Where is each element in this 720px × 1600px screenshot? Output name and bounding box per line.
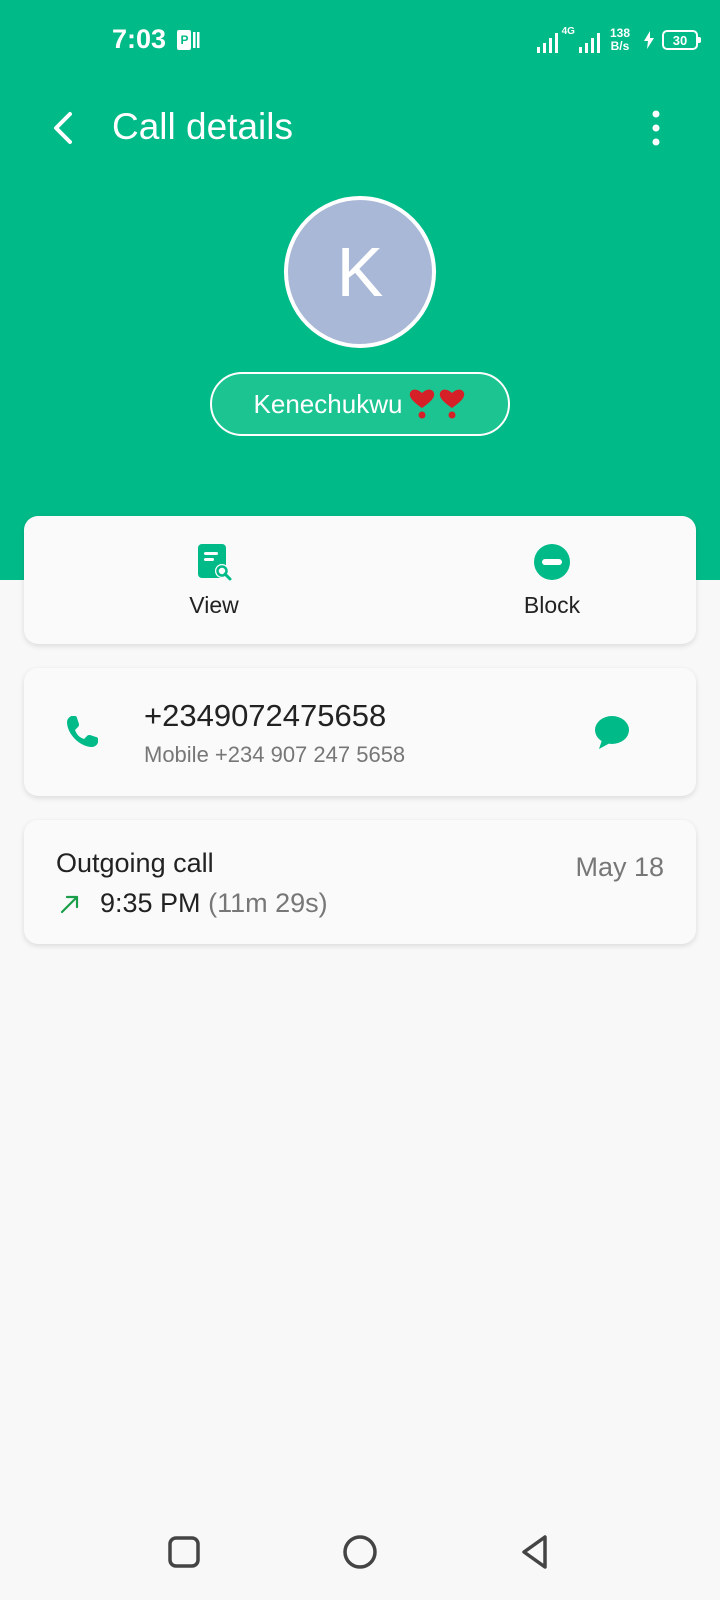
phone-number-card[interactable]: +2349072475658 Mobile +234 907 247 5658 (24, 668, 696, 796)
heart-exclamation-icon (410, 389, 435, 419)
block-button[interactable]: Block (452, 516, 652, 644)
block-icon (534, 544, 570, 580)
back-triangle-icon[interactable] (512, 1528, 560, 1576)
net-speed-unit: B/s (610, 39, 630, 53)
avatar-initial: K (336, 233, 384, 311)
actions-card: View Block (24, 516, 696, 644)
outgoing-arrow-icon (60, 895, 79, 914)
heart-emojis (408, 388, 466, 420)
call-time: 9:35 PM (100, 888, 201, 918)
call-time-row: 9:35 PM (11m 29s) (100, 888, 328, 919)
call-date: May 18 (575, 852, 664, 882)
recents-square-icon[interactable] (160, 1528, 208, 1576)
contact-name: Kenechukwu (253, 388, 403, 419)
network-type-label: 4G (561, 26, 575, 37)
heart-exclamation-icon (440, 389, 465, 419)
signal-strength-icon-2 (578, 27, 600, 53)
signal-strength-icon (536, 27, 558, 53)
message-icon[interactable] (592, 712, 632, 752)
status-indicators: 4G 138 B/s 30 (536, 24, 701, 56)
view-contact-icon (198, 544, 232, 581)
phone-number: +2349072475658 (144, 698, 387, 733)
contact-name-chip[interactable]: Kenechukwu (210, 372, 510, 436)
status-time: 7:03 (112, 24, 167, 54)
call-history-card[interactable]: Outgoing call 9:35 PM (11m 29s) May 18 (24, 820, 696, 944)
call-duration: (11m 29s) (208, 888, 328, 918)
charging-bolt-icon (644, 31, 654, 49)
home-circle-icon[interactable] (336, 1528, 384, 1576)
contact-avatar: K (284, 196, 436, 348)
phone-type-number: Mobile +234 907 247 5658 (144, 742, 406, 767)
page-title: Call details (112, 106, 293, 147)
call-type: Outgoing call (56, 848, 214, 878)
battery-icon: 30 (662, 30, 701, 50)
status-bar: 7:03 P 4G 138 B/s 30 (0, 0, 720, 80)
view-label: View (189, 592, 239, 618)
svg-text:P: P (181, 33, 189, 47)
system-nav-bar (0, 1508, 720, 1600)
more-options-icon[interactable] (632, 104, 680, 152)
back-arrow-icon[interactable] (40, 104, 88, 152)
phone-call-icon[interactable] (62, 712, 102, 752)
block-label: Block (523, 592, 581, 618)
view-button[interactable]: View (114, 516, 314, 644)
notification-app-icon: P (177, 30, 200, 50)
battery-level: 30 (672, 32, 688, 48)
network-speed: 138 B/s (610, 27, 630, 53)
